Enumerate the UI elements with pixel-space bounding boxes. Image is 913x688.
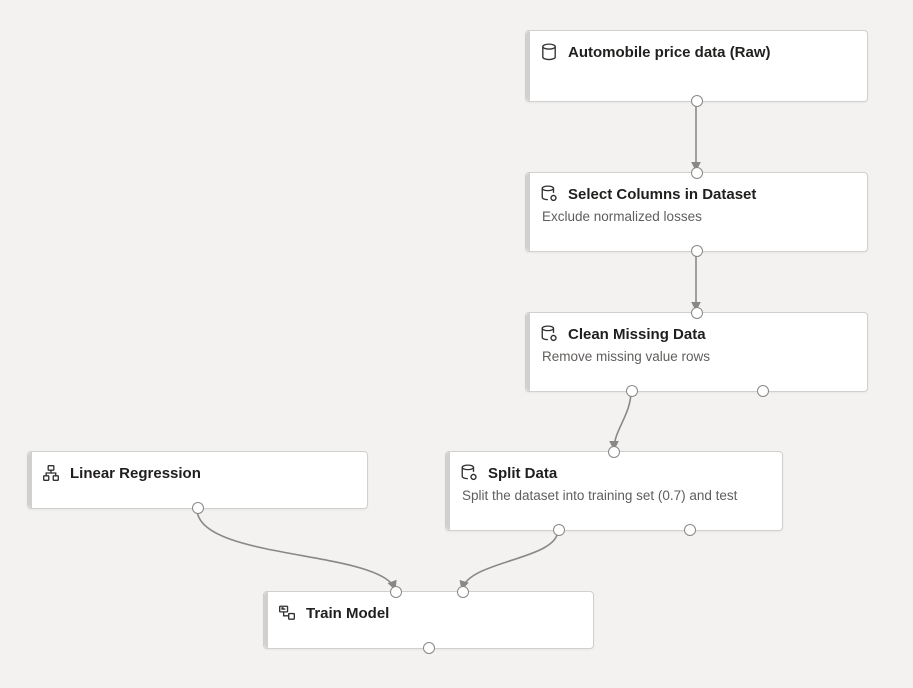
node-accent	[264, 592, 268, 648]
node-title: Train Model	[306, 605, 389, 622]
node-title: Split Data	[488, 465, 557, 482]
node-split-data[interactable]: Split Data Split the dataset into traini…	[445, 451, 783, 531]
node-accent	[446, 452, 450, 530]
model-icon	[278, 604, 296, 622]
output-port-2[interactable]	[684, 524, 696, 536]
flowchart-icon	[42, 464, 60, 482]
input-port[interactable]	[691, 307, 703, 319]
output-port[interactable]	[192, 502, 204, 514]
node-accent	[526, 313, 530, 391]
input-port-2[interactable]	[457, 586, 469, 598]
node-train-model[interactable]: Train Model	[263, 591, 594, 649]
node-subtitle: Split the dataset into training set (0.7…	[460, 488, 768, 503]
output-port[interactable]	[423, 642, 435, 654]
node-select-columns[interactable]: Select Columns in Dataset Exclude normal…	[525, 172, 868, 252]
node-title: Automobile price data (Raw)	[568, 44, 771, 61]
node-subtitle: Remove missing value rows	[540, 349, 853, 364]
node-subtitle: Exclude normalized losses	[540, 209, 853, 224]
output-port-1[interactable]	[553, 524, 565, 536]
node-title: Select Columns in Dataset	[568, 186, 756, 203]
node-accent	[526, 173, 530, 251]
pipeline-canvas[interactable]: Automobile price data (Raw) Select Colum…	[0, 0, 913, 688]
database-gear-icon	[460, 464, 478, 482]
node-accent	[28, 452, 32, 508]
database-gear-icon	[540, 325, 558, 343]
node-clean-missing[interactable]: Clean Missing Data Remove missing value …	[525, 312, 868, 392]
node-linear-regression[interactable]: Linear Regression	[27, 451, 368, 509]
node-accent	[526, 31, 530, 101]
input-port[interactable]	[691, 167, 703, 179]
node-title: Clean Missing Data	[568, 326, 706, 343]
input-port[interactable]	[608, 446, 620, 458]
output-port[interactable]	[691, 245, 703, 257]
node-automobile-data[interactable]: Automobile price data (Raw)	[525, 30, 868, 102]
output-port-2[interactable]	[757, 385, 769, 397]
node-title: Linear Regression	[70, 465, 201, 482]
input-port-1[interactable]	[390, 586, 402, 598]
output-port-1[interactable]	[626, 385, 638, 397]
database-gear-icon	[540, 185, 558, 203]
output-port[interactable]	[691, 95, 703, 107]
database-icon	[540, 43, 558, 61]
